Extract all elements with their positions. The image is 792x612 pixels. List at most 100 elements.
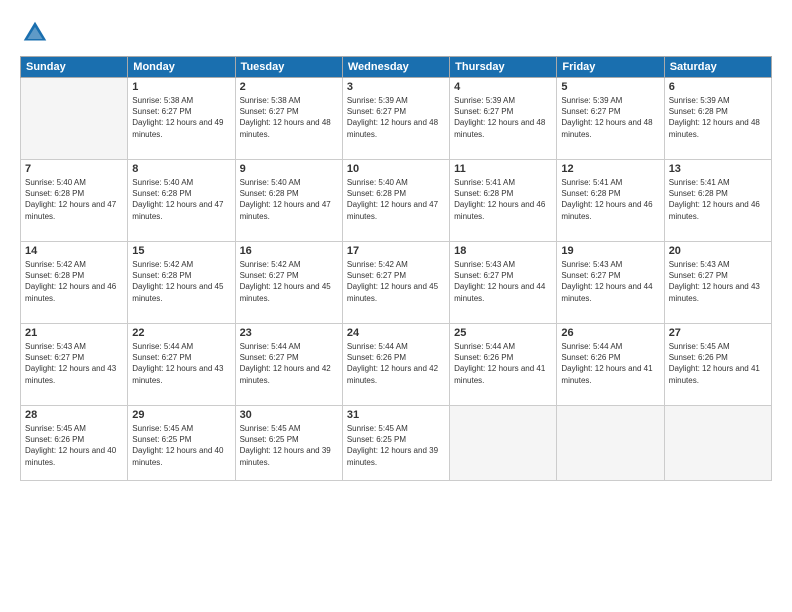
week-row-3: 14Sunrise: 5:42 AMSunset: 6:28 PMDayligh… (21, 242, 772, 324)
day-cell: 11Sunrise: 5:41 AMSunset: 6:28 PMDayligh… (450, 160, 557, 242)
day-header-thursday: Thursday (450, 57, 557, 78)
calendar: SundayMondayTuesdayWednesdayThursdayFrid… (20, 56, 772, 481)
day-number: 14 (25, 245, 123, 257)
day-header-friday: Friday (557, 57, 664, 78)
page: SundayMondayTuesdayWednesdayThursdayFrid… (0, 0, 792, 612)
day-number: 18 (454, 245, 552, 257)
day-info: Sunrise: 5:38 AMSunset: 6:27 PMDaylight:… (240, 95, 338, 140)
day-cell (450, 406, 557, 481)
day-cell: 3 Sunrise: 5:39 AMSunset: 6:27 PMDaylight… (342, 78, 449, 160)
day-info: Sunrise: 5:41 AMSunset: 6:28 PMDaylight:… (669, 177, 767, 222)
day-cell: 20Sunrise: 5:43 AMSunset: 6:27 PMDayligh… (664, 242, 771, 324)
day-cell (557, 406, 664, 481)
day-header-saturday: Saturday (664, 57, 771, 78)
day-cell: 13 Sunrise: 5:41 AMSunset: 6:28 PMDayligh… (664, 160, 771, 242)
day-cell: 17 Sunrise: 5:42 AMSunset: 6:27 PMDayligh… (342, 242, 449, 324)
week-row-4: 21 Sunrise: 5:43 AMSunset: 6:27 PMDayligh… (21, 324, 772, 406)
day-cell: 26Sunrise: 5:44 AMSunset: 6:26 PMDayligh… (557, 324, 664, 406)
week-row-2: 7 Sunrise: 5:40 AMSunset: 6:28 PMDaylight… (21, 160, 772, 242)
day-info: Sunrise: 5:41 AMSunset: 6:28 PMDaylight:… (561, 177, 659, 222)
day-cell: 14Sunrise: 5:42 AMSunset: 6:28 PMDayligh… (21, 242, 128, 324)
day-number: 5 (561, 81, 659, 93)
day-info: Sunrise: 5:43 AMSunset: 6:27 PMDaylight:… (669, 259, 767, 304)
header (20, 18, 772, 48)
day-number: 26 (561, 327, 659, 339)
day-number: 3 (347, 81, 445, 93)
day-info: Sunrise: 5:44 AMSunset: 6:26 PMDaylight:… (454, 341, 552, 386)
day-number: 7 (25, 163, 123, 175)
day-header-tuesday: Tuesday (235, 57, 342, 78)
day-info: Sunrise: 5:42 AMSunset: 6:27 PMDaylight:… (240, 259, 338, 304)
day-header-monday: Monday (128, 57, 235, 78)
day-cell (664, 406, 771, 481)
day-info: Sunrise: 5:39 AMSunset: 6:27 PMDaylight:… (454, 95, 552, 140)
day-number: 23 (240, 327, 338, 339)
day-header-sunday: Sunday (21, 57, 128, 78)
day-info: Sunrise: 5:44 AMSunset: 6:27 PMDaylight:… (132, 341, 230, 386)
day-info: Sunrise: 5:38 AMSunset: 6:27 PMDaylight:… (132, 95, 230, 140)
day-cell: 7Sunrise: 5:40 AMSunset: 6:28 PMDaylight… (21, 160, 128, 242)
day-cell: 25 Sunrise: 5:44 AMSunset: 6:26 PMDayligh… (450, 324, 557, 406)
day-info: Sunrise: 5:41 AMSunset: 6:28 PMDaylight:… (454, 177, 552, 222)
day-cell: 23 Sunrise: 5:44 AMSunset: 6:27 PMDayligh… (235, 324, 342, 406)
day-number: 10 (347, 163, 445, 175)
day-header-wednesday: Wednesday (342, 57, 449, 78)
day-cell: 29 Sunrise: 5:45 AMSunset: 6:25 PMDayligh… (128, 406, 235, 481)
day-info: Sunrise: 5:45 AMSunset: 6:25 PMDaylight:… (347, 423, 445, 468)
day-number: 30 (240, 409, 338, 421)
day-cell: 12 Sunrise: 5:41 AMSunset: 6:28 PMDayligh… (557, 160, 664, 242)
day-cell: 22Sunrise: 5:44 AMSunset: 6:27 PMDayligh… (128, 324, 235, 406)
day-number: 25 (454, 327, 552, 339)
day-cell: 30Sunrise: 5:45 AMSunset: 6:25 PMDayligh… (235, 406, 342, 481)
day-cell (21, 78, 128, 160)
day-cell: 9 Sunrise: 5:40 AMSunset: 6:28 PMDaylight… (235, 160, 342, 242)
day-number: 9 (240, 163, 338, 175)
day-info: Sunrise: 5:45 AMSunset: 6:26 PMDaylight:… (25, 423, 123, 468)
day-info: Sunrise: 5:39 AMSunset: 6:27 PMDaylight:… (347, 95, 445, 140)
day-cell: 27 Sunrise: 5:45 AMSunset: 6:26 PMDayligh… (664, 324, 771, 406)
day-number: 2 (240, 81, 338, 93)
day-info: Sunrise: 5:43 AMSunset: 6:27 PMDaylight:… (25, 341, 123, 386)
day-cell: 15Sunrise: 5:42 AMSunset: 6:28 PMDayligh… (128, 242, 235, 324)
day-info: Sunrise: 5:44 AMSunset: 6:26 PMDaylight:… (347, 341, 445, 386)
day-info: Sunrise: 5:40 AMSunset: 6:28 PMDaylight:… (132, 177, 230, 222)
day-number: 13 (669, 163, 767, 175)
day-number: 21 (25, 327, 123, 339)
day-number: 6 (669, 81, 767, 93)
day-cell: 31 Sunrise: 5:45 AMSunset: 6:25 PMDayligh… (342, 406, 449, 481)
day-cell: 5 Sunrise: 5:39 AMSunset: 6:27 PMDaylight… (557, 78, 664, 160)
day-cell: 18Sunrise: 5:43 AMSunset: 6:27 PMDayligh… (450, 242, 557, 324)
day-number: 12 (561, 163, 659, 175)
week-row-1: 1 Sunrise: 5:38 AMSunset: 6:27 PMDaylight… (21, 78, 772, 160)
day-number: 29 (132, 409, 230, 421)
day-number: 31 (347, 409, 445, 421)
day-number: 24 (347, 327, 445, 339)
day-info: Sunrise: 5:45 AMSunset: 6:26 PMDaylight:… (669, 341, 767, 386)
day-info: Sunrise: 5:39 AMSunset: 6:28 PMDaylight:… (669, 95, 767, 140)
day-info: Sunrise: 5:39 AMSunset: 6:27 PMDaylight:… (561, 95, 659, 140)
day-cell: 8 Sunrise: 5:40 AMSunset: 6:28 PMDaylight… (128, 160, 235, 242)
day-info: Sunrise: 5:40 AMSunset: 6:28 PMDaylight:… (240, 177, 338, 222)
day-number: 28 (25, 409, 123, 421)
day-cell: 10Sunrise: 5:40 AMSunset: 6:28 PMDayligh… (342, 160, 449, 242)
day-number: 19 (561, 245, 659, 257)
day-cell: 1 Sunrise: 5:38 AMSunset: 6:27 PMDaylight… (128, 78, 235, 160)
day-cell: 19 Sunrise: 5:43 AMSunset: 6:27 PMDayligh… (557, 242, 664, 324)
header-row: SundayMondayTuesdayWednesdayThursdayFrid… (21, 57, 772, 78)
day-number: 1 (132, 81, 230, 93)
day-info: Sunrise: 5:43 AMSunset: 6:27 PMDaylight:… (561, 259, 659, 304)
day-info: Sunrise: 5:45 AMSunset: 6:25 PMDaylight:… (132, 423, 230, 468)
day-info: Sunrise: 5:42 AMSunset: 6:27 PMDaylight:… (347, 259, 445, 304)
day-number: 17 (347, 245, 445, 257)
day-info: Sunrise: 5:44 AMSunset: 6:27 PMDaylight:… (240, 341, 338, 386)
day-cell: 4 Sunrise: 5:39 AMSunset: 6:27 PMDaylight… (450, 78, 557, 160)
logo-icon (20, 18, 50, 48)
day-number: 27 (669, 327, 767, 339)
week-row-5: 28 Sunrise: 5:45 AMSunset: 6:26 PMDayligh… (21, 406, 772, 481)
day-number: 4 (454, 81, 552, 93)
day-number: 8 (132, 163, 230, 175)
day-number: 15 (132, 245, 230, 257)
day-cell: 6 Sunrise: 5:39 AMSunset: 6:28 PMDaylight… (664, 78, 771, 160)
day-cell: 21 Sunrise: 5:43 AMSunset: 6:27 PMDayligh… (21, 324, 128, 406)
day-number: 16 (240, 245, 338, 257)
